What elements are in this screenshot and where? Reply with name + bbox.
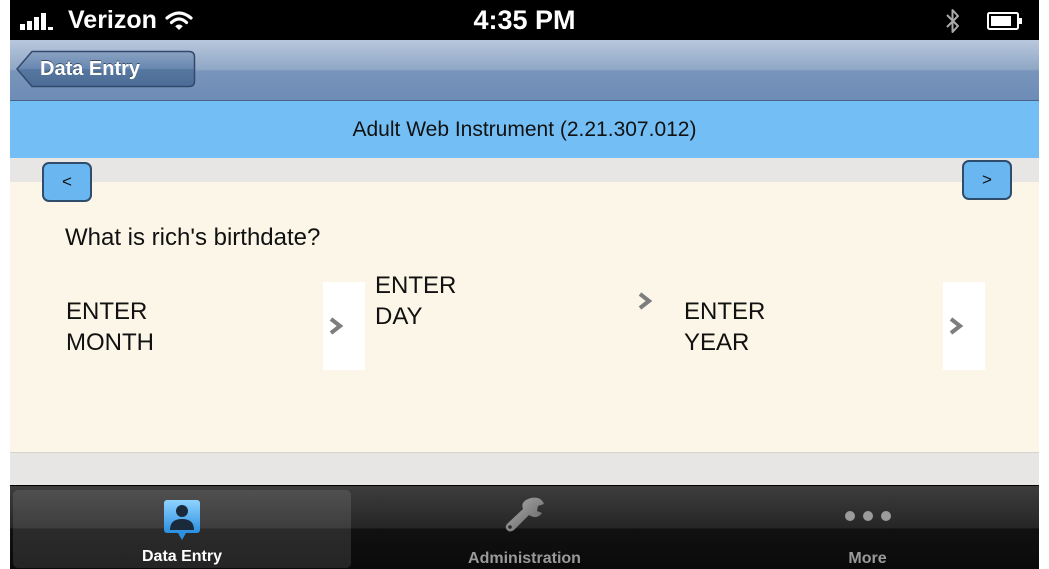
day-picker-line2: DAY (375, 303, 423, 330)
year-picker-line1: ENTER (684, 298, 766, 325)
tab-data-entry-label: Data Entry (141, 548, 223, 565)
tab-administration[interactable]: Administration (353, 486, 696, 569)
back-button[interactable]: Data Entry (16, 50, 196, 88)
chevron-right-icon[interactable] (638, 292, 652, 310)
tab-more[interactable]: More (696, 486, 1039, 569)
person-icon (164, 500, 200, 540)
question-text: What is rich's birthdate? (65, 224, 321, 251)
status-bar: Verizon 4:35 PM (10, 0, 1039, 40)
tab-data-entry[interactable]: Data Entry (13, 490, 351, 568)
more-dots-icon (844, 511, 891, 521)
back-button-label: Data Entry (40, 58, 141, 80)
app-screen: Verizon 4:35 PM Data Entry Adult Web Ins… (10, 0, 1039, 569)
day-picker-label[interactable]: ENTER DAY (375, 270, 456, 332)
chevron-right-icon (949, 317, 963, 335)
instrument-title: Adult Web Instrument (2.21.307.012) (352, 118, 697, 141)
year-picker-label[interactable]: ENTER YEAR (684, 296, 765, 358)
previous-page-button[interactable]: < (42, 162, 92, 202)
tab-administration-label: Administration (468, 550, 581, 567)
navigation-bar: Data Entry (10, 40, 1039, 101)
bluetooth-icon (946, 9, 959, 33)
question-panel (10, 182, 1039, 452)
instrument-title-bar: Adult Web Instrument (2.21.307.012) (10, 101, 1039, 158)
clock: 4:35 PM (473, 5, 576, 35)
wrench-icon (505, 497, 544, 532)
year-picker-disclosure[interactable] (943, 282, 985, 370)
month-picker-disclosure[interactable] (323, 282, 365, 370)
month-picker-line1: ENTER (66, 298, 148, 325)
tab-bar: Data Entry Administration More (10, 485, 1039, 569)
content-bottom-strip (10, 452, 1039, 486)
content-top-strip (10, 158, 1039, 182)
month-picker-label[interactable]: ENTER MONTH (66, 296, 154, 358)
chevron-right-icon (329, 317, 343, 335)
tab-more-label: More (848, 550, 887, 567)
day-picker-line1: ENTER (375, 272, 457, 299)
status-icons (945, 7, 1023, 35)
year-picker-line2: YEAR (684, 329, 750, 356)
month-picker-line2: MONTH (66, 329, 154, 356)
next-page-button[interactable]: > (962, 160, 1012, 200)
battery-icon (987, 12, 1022, 30)
